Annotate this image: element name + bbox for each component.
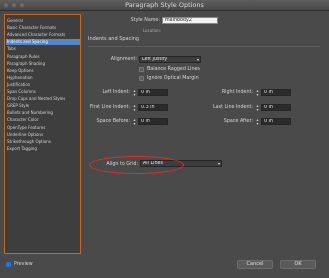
sidebar-item[interactable]: Drop Caps and Nested Styles xyxy=(7,96,79,102)
ignore-optical-margin-label: Ignore Optical Margin xyxy=(147,76,199,81)
space-before-stepper-icon[interactable]: ▴ ▾ xyxy=(132,118,137,126)
sidebar-item[interactable]: Export Tagging xyxy=(7,146,79,152)
sidebar-item[interactable]: Underline Options xyxy=(7,132,79,138)
align-to-grid-dropdown[interactable]: All Lines ▾ xyxy=(140,160,222,167)
sidebar-item[interactable]: Justification xyxy=(7,82,79,88)
first-line-indent-label: First Line Indent: xyxy=(89,105,130,110)
last-line-indent-stepper-icon[interactable]: ▴ ▾ xyxy=(255,104,260,112)
space-after-stepper-icon[interactable]: ▴ ▾ xyxy=(255,118,260,126)
sidebar-item[interactable]: Paragraph Rules xyxy=(7,54,79,60)
paragraph-style-options-dialog: Paragraph Style Options General Basic Cha… xyxy=(0,0,329,278)
sidebar-item[interactable]: Strikethrough Options xyxy=(7,139,79,145)
left-indent-label: Left Indent: xyxy=(102,90,130,95)
first-line-indent-stepper-icon[interactable]: ▴ ▾ xyxy=(132,104,137,112)
sidebar-item[interactable]: Span Columns xyxy=(7,89,79,95)
sidebar-item[interactable]: Paragraph Shading xyxy=(7,61,79,67)
space-before-label: Space Before: xyxy=(96,119,130,124)
balance-ragged-lines-label: Balance Ragged Lines xyxy=(147,67,200,72)
last-line-indent-label: Last Line Indent: xyxy=(212,105,253,110)
space-after-field[interactable]: 0 in xyxy=(261,118,291,125)
left-indent-stepper-icon[interactable]: ▴ ▾ xyxy=(132,89,137,97)
window-title: Paragraph Style Options xyxy=(125,1,204,9)
right-indent-stepper-icon[interactable]: ▴ ▾ xyxy=(255,89,260,97)
sidebar-item[interactable]: Basic Character Formats xyxy=(7,25,79,31)
location-label: Location: xyxy=(143,28,162,33)
sidebar-item[interactable]: OpenType Features xyxy=(7,125,79,131)
sidebar-item[interactable]: Advanced Character Formats xyxy=(7,32,79,38)
align-to-grid-value: All Lines xyxy=(143,161,163,166)
left-indent-field[interactable]: 0 in xyxy=(138,89,168,96)
chevron-down-icon: ▾ xyxy=(196,57,199,62)
right-indent-label: Right Indent: xyxy=(221,90,253,95)
alignment-value: Left Justify xyxy=(142,57,168,62)
ok-button[interactable]: OK xyxy=(280,260,316,269)
style-name-label: Style Name: xyxy=(130,18,160,23)
align-to-grid-label: Align to Grid: xyxy=(106,162,138,167)
chevron-down-icon: ▾ xyxy=(217,161,220,166)
first-line-indent-field[interactable]: 0.3 in xyxy=(138,104,168,111)
category-list[interactable]: General Basic Character Formats Advanced C… xyxy=(4,14,81,254)
sidebar-item[interactable]: Keep Options xyxy=(7,68,79,74)
title-bar: Paragraph Style Options xyxy=(0,0,329,11)
sidebar-item[interactable]: Hyphenation xyxy=(7,75,79,81)
sidebar-item[interactable]: GREP Style xyxy=(7,103,79,109)
space-after-label: Space After: xyxy=(223,119,253,124)
alignment-dropdown[interactable]: Left Justify ▾ xyxy=(139,56,201,63)
space-before-field[interactable]: 0 in xyxy=(138,118,168,125)
sidebar-item[interactable]: Character Color xyxy=(7,117,79,123)
last-line-indent-field[interactable]: 0 in xyxy=(261,104,291,111)
right-indent-field[interactable]: 0 in xyxy=(261,89,291,96)
section-title: Indents and Spacing xyxy=(88,36,140,42)
ignore-optical-margin-checkbox[interactable] xyxy=(139,76,144,81)
preview-checkbox[interactable] xyxy=(6,262,11,267)
style-name-field[interactable]: mainbody2 xyxy=(162,17,218,24)
cancel-button[interactable]: Cancel xyxy=(237,260,273,269)
alignment-label: Alignment: xyxy=(110,57,137,62)
sidebar-item[interactable]: General xyxy=(7,18,79,24)
preview-label: Preview xyxy=(14,262,33,267)
sidebar-item[interactable]: Tabs xyxy=(7,46,79,52)
balance-ragged-lines-checkbox[interactable] xyxy=(139,67,144,72)
sidebar-item[interactable]: Bullets and Numbering xyxy=(7,110,79,116)
sidebar-item[interactable]: Indents and Spacing xyxy=(6,39,80,46)
section-divider xyxy=(88,46,320,47)
